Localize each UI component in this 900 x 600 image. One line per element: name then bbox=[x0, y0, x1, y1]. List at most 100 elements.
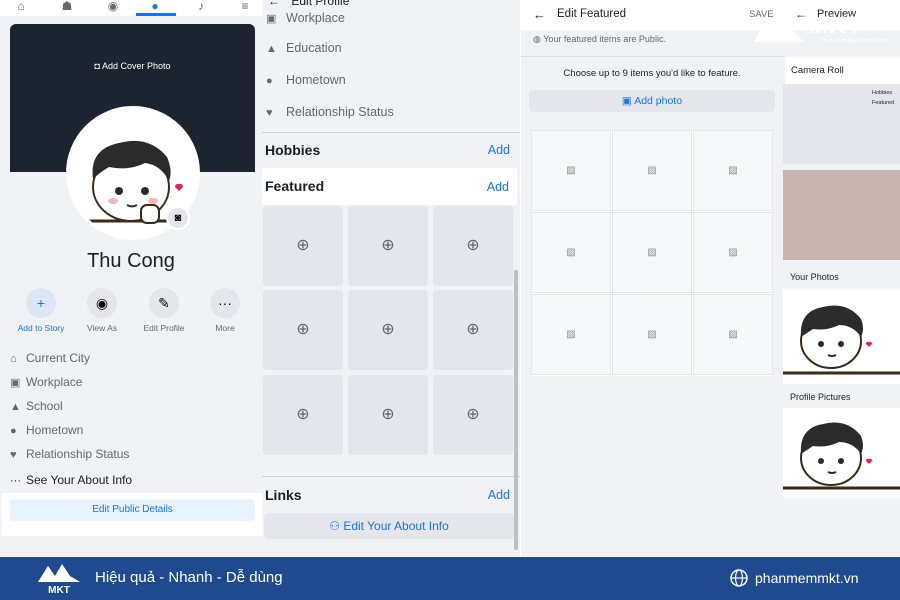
footer-slogan: Hiệu quả - Nhanh - Dễ dùng bbox=[95, 569, 283, 586]
more-button[interactable]: ··· More bbox=[195, 288, 255, 333]
back-arrow-icon[interactable]: ← bbox=[533, 7, 546, 22]
featured-slot-8[interactable]: ⊕ bbox=[348, 375, 428, 455]
photo-thumbnail-strip[interactable] bbox=[783, 170, 900, 260]
mkt-logo-text: MKT bbox=[808, 12, 863, 39]
camera-roll-tab[interactable]: Camera Roll bbox=[785, 57, 900, 84]
divider bbox=[262, 132, 520, 133]
featured-photo-placeholder[interactable]: ▨ bbox=[612, 130, 692, 211]
school-icon: ▲ bbox=[10, 401, 21, 413]
add-circle-icon: ⊕ bbox=[466, 321, 480, 338]
mkt-footer-logo-icon: MKT bbox=[38, 564, 80, 596]
plus-icon: + bbox=[26, 288, 56, 318]
featured-slot-1[interactable]: ⊕ bbox=[263, 206, 343, 286]
featured-photo-placeholder[interactable]: ▨ bbox=[612, 294, 692, 375]
add-circle-icon: ⊕ bbox=[296, 321, 310, 338]
about-workplace[interactable]: ▣ Workplace bbox=[10, 372, 82, 392]
change-avatar-camera-icon[interactable]: ◙ bbox=[166, 206, 190, 230]
featured-slot-5[interactable]: ⊕ bbox=[348, 290, 428, 370]
camera-icon: ◘ bbox=[94, 61, 102, 71]
scrollbar[interactable] bbox=[514, 270, 518, 550]
add-circle-icon: ⊕ bbox=[296, 406, 310, 423]
row-workplace[interactable]: ▣ Workplace bbox=[266, 8, 345, 28]
profile-picture-thumbnail[interactable] bbox=[783, 408, 900, 498]
featured-photo-placeholder[interactable]: ▨ bbox=[612, 212, 692, 293]
school-icon: ▲ bbox=[266, 43, 277, 55]
about-relationship-status[interactable]: ♥ Relationship Status bbox=[10, 444, 129, 464]
featured-slot-3[interactable]: ⊕ bbox=[433, 206, 513, 286]
featured-photo-grid: ▨ ▨ ▨ ▨ ▨ ▨ ▨ ▨ ▨ bbox=[531, 130, 773, 376]
home-nav-icon[interactable]: ⌂ bbox=[10, 0, 32, 12]
eye-icon: ◉ bbox=[87, 288, 117, 318]
row-education[interactable]: ▲ Education bbox=[266, 38, 342, 58]
featured-slot-7[interactable]: ⊕ bbox=[263, 375, 343, 455]
divider bbox=[521, 56, 783, 57]
row-hometown[interactable]: ● Hometown bbox=[266, 70, 346, 90]
heart-icon: ♥ bbox=[10, 449, 17, 461]
add-circle-icon: ⊕ bbox=[381, 406, 395, 423]
profile-panel: ⌂ ☗ ◉ ● ♪ ≡ ◘ Add Cover Photo ◙ Thu Cong… bbox=[0, 0, 262, 557]
about-school[interactable]: ▲ School bbox=[10, 396, 63, 416]
hobbies-add-link[interactable]: Add bbox=[488, 143, 510, 157]
home-icon: ⌂ bbox=[10, 353, 17, 365]
edit-profile-button[interactable]: ✎ Edit Profile bbox=[134, 288, 194, 333]
links-add-link[interactable]: Add bbox=[488, 488, 510, 502]
featured-title: Featured bbox=[265, 178, 325, 194]
hobbies-title: Hobbies bbox=[265, 142, 321, 158]
add-photo-button[interactable]: ▣ Add photo bbox=[529, 90, 775, 112]
featured-photo-placeholder[interactable]: ▨ bbox=[693, 212, 773, 293]
image-icon: ▨ bbox=[728, 247, 738, 258]
add-circle-icon: ⊕ bbox=[381, 237, 395, 254]
divider bbox=[262, 476, 520, 477]
image-icon: ▨ bbox=[566, 165, 576, 176]
edit-profile-panel: ← Edit Profile ▣ Workplace ▲ Education ● Ho… bbox=[262, 0, 520, 557]
cartoon-avatar-icon bbox=[783, 422, 900, 490]
featured-photo-placeholder[interactable]: ▨ bbox=[531, 130, 611, 211]
globe-icon bbox=[730, 569, 748, 587]
row-relationship-status[interactable]: ♥ Relationship Status bbox=[266, 102, 394, 122]
watch-nav-icon[interactable]: ◉ bbox=[102, 0, 124, 12]
edit-featured-header: ← Edit Featured SAVE bbox=[521, 0, 783, 30]
profile-nav-icon[interactable]: ● bbox=[144, 0, 166, 12]
featured-photo-placeholder[interactable]: ▨ bbox=[531, 294, 611, 375]
image-icon: ▨ bbox=[728, 329, 738, 340]
top-nav-bar: ⌂ ☗ ◉ ● ♪ ≡ bbox=[0, 0, 262, 16]
image-icon: ▨ bbox=[566, 247, 576, 258]
add-to-story-button[interactable]: + Add to Story bbox=[11, 288, 71, 333]
featured-photo-placeholder[interactable]: ▨ bbox=[693, 130, 773, 211]
about-current-city[interactable]: ⌂ Current City bbox=[10, 348, 90, 368]
about-hometown[interactable]: ● Hometown bbox=[10, 420, 83, 440]
bell-nav-icon[interactable]: ♪ bbox=[190, 0, 212, 12]
view-as-button[interactable]: ◉ View As bbox=[72, 288, 132, 333]
footer-website-link[interactable]: phanmemmkt.vn bbox=[755, 570, 858, 586]
featured-photo-placeholder[interactable]: ▨ bbox=[693, 294, 773, 375]
featured-section-header: Featured Add bbox=[262, 168, 517, 205]
featured-slot-2[interactable]: ⊕ bbox=[348, 206, 428, 286]
add-cover-photo-button[interactable]: ◘ Add Cover Photo bbox=[10, 61, 255, 71]
edit-featured-title: Edit Featured bbox=[557, 8, 627, 20]
add-circle-icon: ⊕ bbox=[466, 237, 480, 254]
edit-featured-panel: ← Edit Featured SAVE ◍ Your featured ite… bbox=[521, 0, 783, 557]
menu-nav-icon[interactable]: ≡ bbox=[234, 0, 256, 12]
back-arrow-icon[interactable]: ← bbox=[268, 0, 280, 8]
location-pin-icon: ● bbox=[10, 425, 17, 437]
more-icon: ··· bbox=[210, 288, 240, 318]
featured-photo-placeholder[interactable]: ▨ bbox=[531, 212, 611, 293]
friends-nav-icon[interactable]: ☗ bbox=[56, 0, 78, 12]
camera-roll-thumbnails[interactable]: Hobbies Featured bbox=[783, 84, 900, 164]
edit-your-about-info-button[interactable]: ⚇ Edit Your About Info bbox=[264, 513, 514, 539]
briefcase-icon: ▣ bbox=[10, 377, 21, 389]
location-pin-icon: ● bbox=[266, 75, 273, 87]
footer-logo-text: MKT bbox=[48, 585, 70, 596]
active-tab-indicator bbox=[136, 13, 176, 16]
featured-slot-4[interactable]: ⊕ bbox=[263, 290, 343, 370]
add-circle-icon: ⊕ bbox=[296, 237, 310, 254]
your-photo-thumbnail[interactable] bbox=[783, 289, 900, 384]
edit-public-details-button[interactable]: Edit Public Details bbox=[10, 499, 255, 521]
see-your-about-info[interactable]: ··· See Your About Info bbox=[10, 470, 132, 490]
globe-icon: ◍ bbox=[533, 34, 544, 44]
featured-add-link[interactable]: Add bbox=[487, 180, 509, 194]
featured-slot-9[interactable]: ⊕ bbox=[433, 375, 513, 455]
public-note: ◍ Your featured items are Public. bbox=[533, 34, 666, 44]
profile-name: Thu Cong bbox=[87, 250, 175, 272]
featured-slot-6[interactable]: ⊕ bbox=[433, 290, 513, 370]
